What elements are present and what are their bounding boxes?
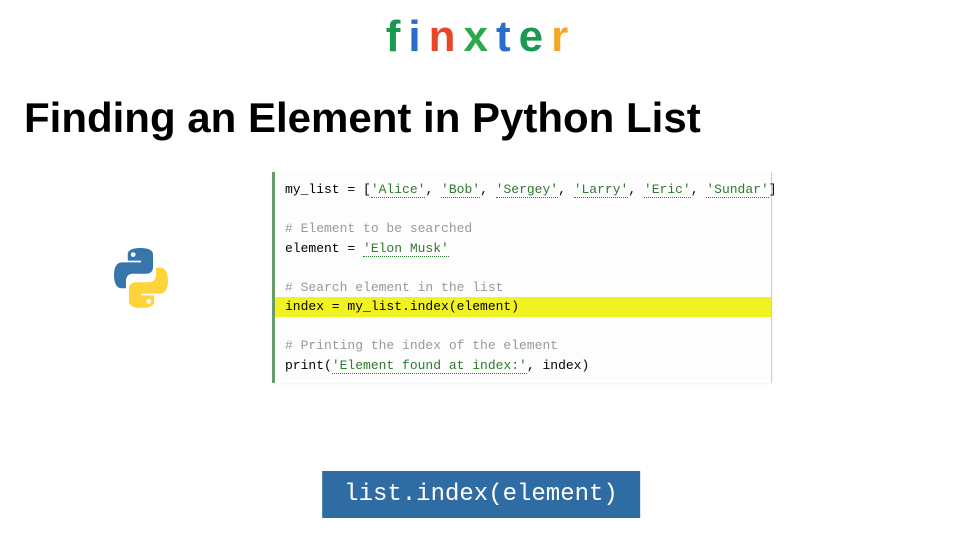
- code-line-blank: [275, 200, 771, 220]
- code-string: 'Alice': [371, 182, 426, 198]
- code-block: my_list = ['Alice', 'Bob', 'Sergey', 'La…: [272, 172, 772, 383]
- footer-code-box: list.index(element): [322, 471, 640, 518]
- code-string: 'Larry': [574, 182, 629, 198]
- code-line-blank: [275, 317, 771, 337]
- logo-letter: i: [408, 12, 428, 62]
- code-line-blank: [275, 258, 771, 278]
- logo-letter: t: [496, 12, 519, 62]
- code-line-10: print('Element found at index:', index): [275, 356, 771, 376]
- code-string: 'Sundar': [706, 182, 768, 198]
- logo-letter: n: [429, 12, 464, 62]
- logo-letter: x: [464, 12, 496, 62]
- brand-logo: finxter: [0, 0, 962, 62]
- logo-letter: f: [386, 12, 409, 62]
- code-line-highlighted: index = my_list.index(element): [275, 297, 771, 317]
- content-row: my_list = ['Alice', 'Bob', 'Sergey', 'La…: [0, 172, 962, 383]
- code-string: 'Sergey': [496, 182, 558, 198]
- code-list-items: 'Alice', 'Bob', 'Sergey', 'Larry', 'Eric…: [371, 182, 769, 198]
- code-string: 'Bob': [441, 182, 480, 198]
- code-line-4: element = 'Elon Musk': [275, 239, 771, 259]
- code-comment-3: # Printing the index of the element: [275, 336, 771, 356]
- page-title: Finding an Element in Python List: [0, 94, 962, 142]
- logo-letter: e: [519, 12, 551, 62]
- code-string: 'Eric': [644, 182, 691, 198]
- python-logo-icon: [108, 245, 174, 311]
- logo-letter: r: [551, 12, 576, 62]
- code-comment-2: # Search element in the list: [275, 278, 771, 298]
- code-comment-1: # Element to be searched: [275, 219, 771, 239]
- code-line-1: my_list = ['Alice', 'Bob', 'Sergey', 'La…: [275, 180, 771, 200]
